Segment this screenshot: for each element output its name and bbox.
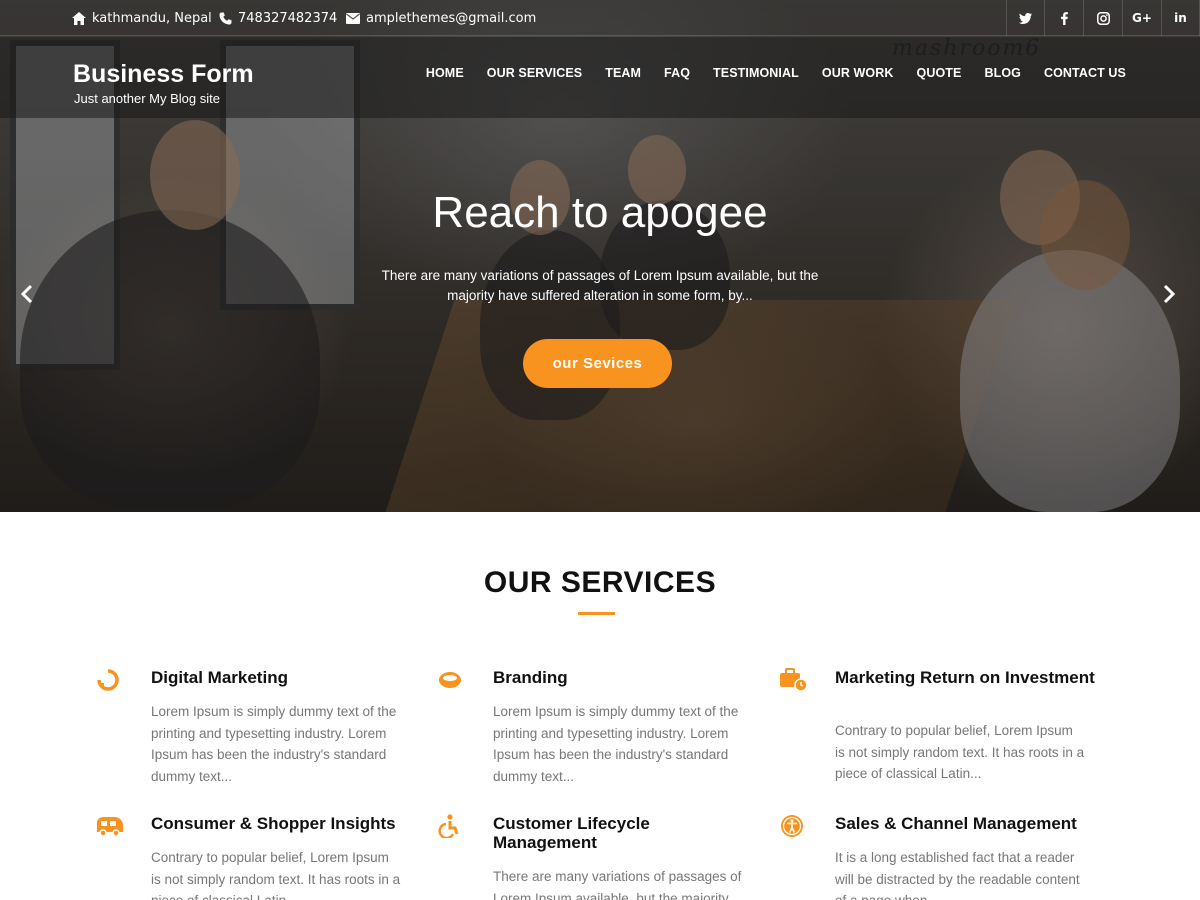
nav-blog[interactable]: BLOG <box>984 66 1021 80</box>
topbar: kathmandu, Nepal 748327482374 ampletheme… <box>0 0 1200 36</box>
nav-team[interactable]: TEAM <box>605 66 641 80</box>
nav-home[interactable]: HOME <box>426 66 464 80</box>
chevron-right-icon[interactable] <box>1157 282 1181 306</box>
hero-text: There are many variations of passages of… <box>381 268 819 303</box>
phone-icon <box>219 12 232 24</box>
accessibility-icon <box>438 814 464 840</box>
facebook-icon[interactable] <box>1044 0 1083 36</box>
service-desc: Contrary to popular belief, Lorem Ipsum … <box>835 723 1085 781</box>
service-desc: Lorem Ipsum is simply dummy text of the … <box>151 704 397 784</box>
service-title[interactable]: Digital Marketing <box>151 668 411 687</box>
service-title[interactable]: Marketing Return on Investment <box>835 668 1095 687</box>
heading-underline <box>578 612 615 615</box>
service-title[interactable]: Customer Lifecycle Management <box>493 814 753 852</box>
nav-quote[interactable]: QUOTE <box>917 66 962 80</box>
nav-our-work[interactable]: OUR WORK <box>822 66 894 80</box>
service-title[interactable]: Sales & Channel Management <box>835 814 1095 833</box>
service-title[interactable]: Consumer & Shopper Insights <box>151 814 411 833</box>
service-desc: There are many variations of passages of… <box>493 869 742 900</box>
nav-our-services[interactable]: OUR SERVICES <box>487 66 582 80</box>
site-title[interactable]: Business Form <box>73 60 254 89</box>
linkedin-icon[interactable]: in <box>1161 0 1200 36</box>
twitter-icon[interactable] <box>1006 0 1044 36</box>
service-desc: Lorem Ipsum is simply dummy text of the … <box>493 704 739 784</box>
envelope-icon <box>346 12 360 24</box>
briefcase-clock-icon <box>780 668 808 694</box>
service-desc: Contrary to popular belief, Lorem Ipsum … <box>151 850 401 900</box>
email-info[interactable]: amplethemes@gmail.com <box>346 0 536 36</box>
service-title[interactable]: Branding <box>493 668 753 687</box>
nav-faq[interactable]: FAQ <box>664 66 690 80</box>
google-plus-icon[interactable]: G+ <box>1122 0 1161 36</box>
social-links: G+ in <box>1006 0 1200 36</box>
watermark: mashroom6 <box>892 36 1042 61</box>
phone-text: 748327482374 <box>238 10 338 26</box>
address-info: kathmandu, Nepal <box>72 0 212 36</box>
phone-info[interactable]: 748327482374 <box>219 0 337 36</box>
main-nav: HOME OUR SERVICES TEAM FAQ TESTIMONIAL O… <box>426 66 1126 80</box>
chevron-left-icon[interactable] <box>15 282 39 306</box>
shopper-insights-icon <box>96 814 123 840</box>
digital-marketing-icon <box>96 668 122 694</box>
services-heading: OUR SERVICES <box>483 566 717 599</box>
our-services-button[interactable]: our Sevices <box>523 339 672 388</box>
instagram-icon[interactable] <box>1083 0 1122 36</box>
hero-slider: kathmandu, Nepal 748327482374 ampletheme… <box>0 0 1200 512</box>
nav-testimonial[interactable]: TESTIMONIAL <box>713 66 799 80</box>
branding-icon <box>438 668 464 694</box>
home-icon <box>72 11 86 25</box>
nav-contact-us[interactable]: CONTACT US <box>1044 66 1126 80</box>
service-desc: It is a long established fact that a rea… <box>835 850 1080 900</box>
site-tagline: Just another My Blog site <box>74 91 220 106</box>
email-text: amplethemes@gmail.com <box>366 10 537 26</box>
hero-title: Reach to apogee <box>432 188 768 237</box>
address-text: kathmandu, Nepal <box>92 10 212 26</box>
universal-access-icon <box>780 814 806 840</box>
